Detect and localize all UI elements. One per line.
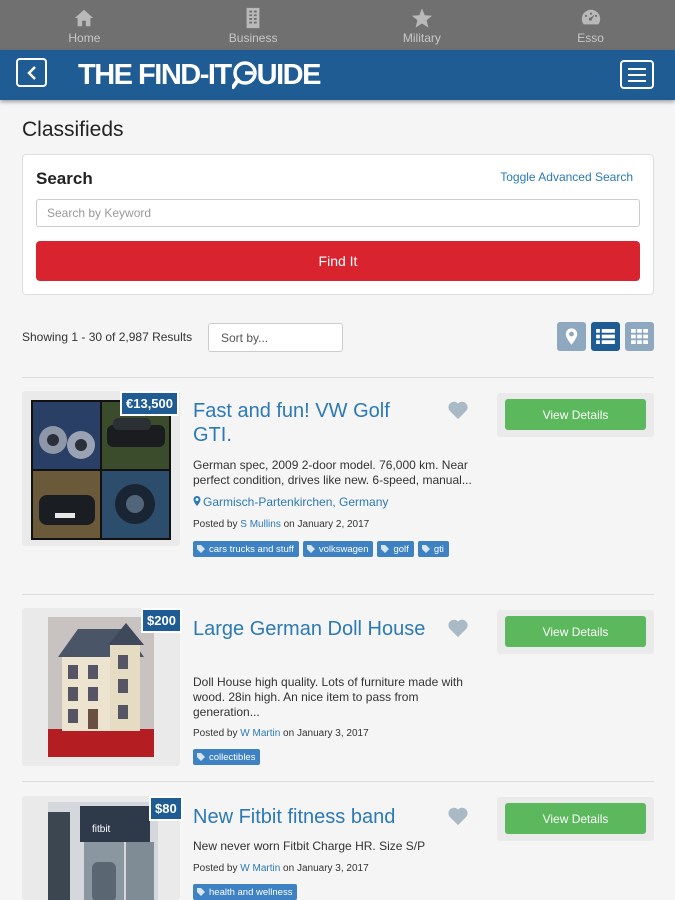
tab-esso[interactable]: Esso [506,0,675,50]
tag-icon [197,545,205,553]
tag-icon [421,545,430,553]
find-it-button[interactable]: Find It [36,241,640,281]
tag-label: cars trucks and stuff [209,543,294,555]
hamburger-line [628,73,646,76]
page-title: Classifieds [22,118,124,141]
view-details-button[interactable]: View Details [505,803,646,834]
tag[interactable]: collectibles [193,749,261,765]
view-details-button[interactable]: View Details [505,616,646,647]
tab-esso-label: Esso [577,31,604,45]
tab-home[interactable]: Home [0,0,169,50]
gauge-icon [581,9,600,25]
divider [22,781,654,782]
fitbit-photo [48,802,158,900]
list-view-button[interactable] [591,322,620,351]
posted-date: on January 3, 2017 [283,728,369,739]
tag-icon [381,545,390,553]
tab-business-label: Business [228,31,278,45]
listing-title[interactable]: New Fitbit fitness band [193,805,438,829]
tab-military-label: Military [402,31,441,45]
sort-dropdown[interactable]: Sort by... [208,323,343,352]
chevron-left-icon [26,65,36,80]
map-pin-icon [193,496,201,506]
tag[interactable]: gti [417,541,449,557]
search-heading: Search [36,169,93,188]
listing-title[interactable]: Large German Doll House [193,617,428,641]
heart-icon[interactable] [447,618,469,638]
hamburger-line [628,79,646,82]
listing-description: New never worn Fitbit Charge HR. Size S/… [193,839,426,853]
results-count: Showing 1 - 30 of 2,987 Results [22,330,193,344]
back-button[interactable] [16,58,47,87]
price-badge: €13,500 [120,391,179,416]
tag-icon [306,545,315,553]
divider [22,594,654,595]
logo-text-left: THE FIND-IT [78,58,232,91]
search-panel: Search Toggle Advanced Search Find It [22,154,654,295]
map-view-button[interactable] [557,322,586,351]
listing-description: Doll House high quality. Lots of furnitu… [193,675,463,719]
grid-view-button[interactable] [625,322,654,351]
dollhouse-photo [48,617,154,757]
keyword-search-input[interactable] [36,199,640,227]
home-icon [75,9,94,27]
magnifier-g-icon [231,61,258,89]
tag-icon [197,888,205,896]
toggle-advanced-search-link[interactable]: Toggle Advanced Search [500,170,633,184]
posted-by: Posted by W Martin on January 3, 2017 [193,728,369,739]
tag[interactable]: health and wellness [193,884,298,900]
price-badge: $200 [141,608,182,633]
heart-icon[interactable] [447,806,469,826]
find-it-guide-logo[interactable]: THE FIND-IT UIDE [78,57,322,93]
building-icon [246,7,260,29]
logo-text-right: UIDE [256,58,322,91]
tag[interactable]: golf [377,541,414,557]
listing-title[interactable]: Fast and fun! VW Golf GTI. [193,399,428,447]
author-link[interactable]: W Martin [240,728,280,739]
tag-icon [197,753,205,761]
tag-label: health and wellness [209,886,293,898]
tab-home-label: Home [68,31,101,45]
divider [22,377,654,378]
list-icon [596,329,615,344]
tag-label: gti [433,543,444,555]
author-link[interactable]: S Mullins [240,519,281,530]
posted-by: Posted by W Martin on January 3, 2017 [193,863,369,874]
heart-icon[interactable] [447,400,469,420]
grid-icon [631,329,648,344]
tag-label: golf [393,543,409,555]
posted-prefix: Posted by [193,519,238,530]
posted-prefix: Posted by [193,728,238,739]
tag[interactable]: cars trucks and stuff [193,541,299,557]
tag-label: collectibles [209,751,256,763]
author-link[interactable]: W Martin [240,863,280,874]
view-details-wrap: View Details [497,610,654,654]
tag-label: volkswagen [318,543,369,555]
tag[interactable]: volkswagen [302,541,374,557]
tag-list: cars trucks and stuff volkswagen golf gt… [193,541,463,557]
menu-button[interactable] [620,60,654,89]
star-icon [411,8,432,28]
tag-list: health and wellness [193,884,463,900]
tab-military[interactable]: Military [338,0,507,50]
hamburger-line [628,67,646,70]
view-details-wrap: View Details [497,393,654,437]
listing-location[interactable]: Garmisch-Partenkirchen, Germany [193,495,388,509]
fitbit-thumb-text: fitbit [92,824,111,835]
price-badge: $80 [149,796,183,821]
app-header: THE FIND-IT UIDE [0,50,675,100]
posted-date: on January 2, 2017 [283,519,370,530]
view-details-wrap: View Details [497,797,654,841]
listing-description: German spec, 2009 2-door model. 76,000 k… [193,458,472,487]
location-text: Garmisch-Partenkirchen, Germany [203,495,389,509]
top-tab-bar: Home Business Military Esso [0,0,675,50]
tab-business[interactable]: Business [169,0,338,50]
posted-by: Posted by S Mullins on January 2, 2017 [193,519,369,530]
posted-date: on January 3, 2017 [283,863,369,874]
view-details-button[interactable]: View Details [505,399,646,430]
tag-list: collectibles [193,749,463,765]
map-pin-icon [565,328,578,345]
posted-prefix: Posted by [193,863,238,874]
car-photo-collage [31,400,171,540]
